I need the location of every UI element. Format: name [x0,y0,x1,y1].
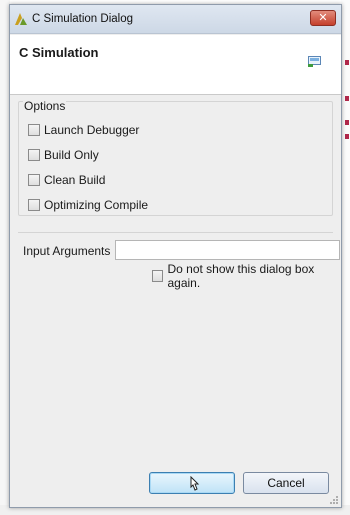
window-title: C Simulation Dialog [32,13,133,25]
simulation-banner-icon [308,56,321,67]
dialog-heading: C Simulation [19,45,99,60]
background-marker [345,96,349,101]
background-marker [345,120,349,125]
dialog-header: C Simulation [10,35,341,95]
close-button[interactable]: ✕ [310,10,336,26]
build-only-option[interactable]: Build Only [28,147,99,163]
background-window-right [341,0,350,515]
launch-debugger-option[interactable]: Launch Debugger [28,122,139,138]
button-bar: Cancel [10,467,341,497]
title-bar[interactable]: C Simulation Dialog ✕ [10,5,341,34]
cancel-button[interactable]: Cancel [243,472,329,494]
background-marker [345,60,349,65]
option-label: Launch Debugger [44,123,140,137]
option-label: Build Only [44,148,99,162]
input-arguments-field[interactable] [115,240,340,260]
input-arguments-label: Input Arguments [23,244,111,258]
dont-show-again-label: Do not show this dialog box again. [167,262,315,290]
clean-build-option[interactable]: Clean Build [28,172,105,188]
option-label: Clean Build [44,173,106,187]
resize-grip-icon[interactable] [329,495,339,505]
options-group: Options Launch Debugger Build Only Clean… [18,99,333,216]
background-marker [345,134,349,139]
c-simulation-dialog: C Simulation Dialog ✕ C Simulation Optio… [9,4,342,508]
launch-debugger-checkbox[interactable] [28,124,40,136]
mouse-pointer-icon [190,476,200,491]
dont-show-again-checkbox[interactable] [152,270,164,282]
optimizing-compile-option[interactable]: Optimizing Compile [28,197,148,213]
ok-button[interactable] [149,472,235,494]
options-group-label: Options [23,99,67,113]
dont-show-again-option[interactable]: Do not show this dialog box again. [152,262,341,290]
optimizing-compile-checkbox[interactable] [28,199,40,211]
clean-build-checkbox[interactable] [28,174,40,186]
option-label: Optimizing Compile [44,198,149,212]
vivado-hls-app-icon [15,13,27,25]
build-only-checkbox[interactable] [28,149,40,161]
